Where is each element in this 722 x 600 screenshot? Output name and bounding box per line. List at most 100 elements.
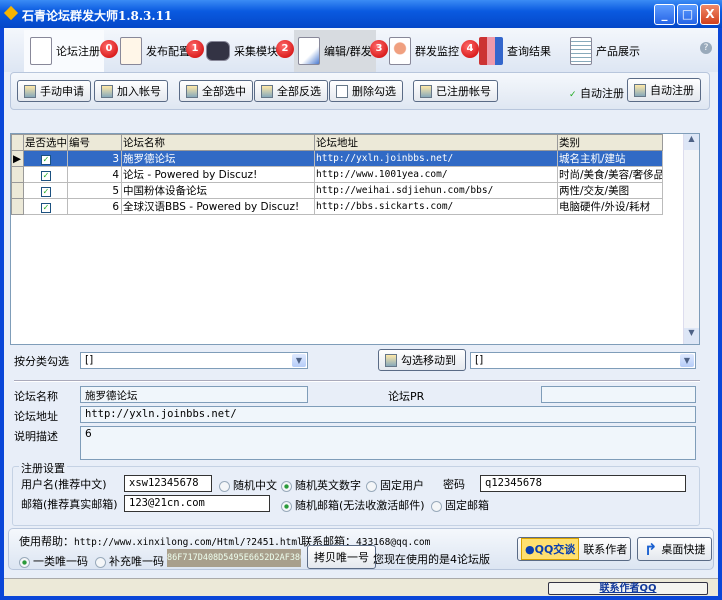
auto-register-checkbox[interactable]: ✓ 自动注册 xyxy=(569,85,624,101)
column-header[interactable]: 类别 xyxy=(557,134,663,151)
column-header[interactable]: 论坛名称 xyxy=(121,134,315,151)
description-field[interactable]: 6 xyxy=(80,426,696,460)
table-row[interactable]: ✓ 5 中国粉体设备论坛 http://weihai.sdjiehun.com/… xyxy=(11,182,663,199)
invert-select-button[interactable]: 全部反选 xyxy=(254,80,328,102)
step-badge: 1 xyxy=(186,40,204,58)
row-checkbox[interactable]: ✓ xyxy=(23,150,68,167)
cell-id: 4 xyxy=(67,166,122,183)
random-email-radio[interactable]: 随机邮箱(无法收激活邮件) xyxy=(281,497,425,513)
radio-icon xyxy=(281,480,292,492)
category-filter-select[interactable]: [] ▼ xyxy=(80,352,308,369)
code-type1-radio[interactable]: 一类唯一码 xyxy=(19,553,88,569)
row-checkbox[interactable]: ✓ xyxy=(23,198,68,215)
copy-code-button[interactable]: 拷贝唯一号 xyxy=(307,545,376,569)
desktop-shortcut-button[interactable]: ↱ 桌面快捷 xyxy=(637,537,713,561)
edit-document-icon xyxy=(298,37,320,65)
help-info: 使用帮助：http://www.xinxilong.com/Html/?2451… xyxy=(19,533,303,549)
tab-forum-register[interactable]: 论坛注册 xyxy=(24,30,104,72)
manual-apply-button[interactable]: 手动申请 xyxy=(17,80,91,102)
unique-code-field[interactable]: 86F717D408D5495E6652D2AF386 xyxy=(167,549,301,567)
tab-product-showcase[interactable]: 产品展示 xyxy=(570,30,650,72)
code-type2-radio[interactable]: 补充唯一码 xyxy=(95,553,164,569)
username-field[interactable]: xsw12345678 xyxy=(124,475,212,492)
row-header-corner xyxy=(11,134,24,151)
tab-collect-module[interactable]: 采集模块 xyxy=(206,30,286,72)
label: 已注册帐号 xyxy=(436,85,491,98)
label: QQ交谈 xyxy=(534,543,576,556)
random-chinese-radio[interactable]: 随机中文 xyxy=(219,477,277,493)
contact-qq-link[interactable]: 联系作者QQ xyxy=(548,582,708,595)
check-icon: ✓ xyxy=(569,90,577,100)
table-row[interactable]: ✓ 4 论坛 - Powered by Discuz! http://www.1… xyxy=(11,166,663,183)
tab-publish-monitor[interactable]: 群发监控 xyxy=(389,30,469,72)
table-row[interactable]: ✓ 6 全球汉语BBS - Powered by Discuz! http://… xyxy=(11,198,663,215)
minimize-button[interactable]: _ xyxy=(654,4,675,25)
password-field[interactable]: q12345678 xyxy=(480,475,686,492)
help-link[interactable]: http://www.xinxilong.com/Html/?2451.html xyxy=(74,537,303,548)
cell-category: 时尚/美食/美容/奢侈品 xyxy=(557,166,663,183)
row-checkbox[interactable]: ✓ xyxy=(23,182,68,199)
row-checkbox[interactable]: ✓ xyxy=(23,166,68,183)
auto-register-button[interactable]: 自动注册 xyxy=(627,78,701,102)
tab-label: 采集模块 xyxy=(234,45,278,58)
cell-url: http://bbs.sickarts.com/ xyxy=(314,198,558,215)
group-title: 注册设置 xyxy=(19,460,67,476)
label: 拷贝唯一号 xyxy=(314,551,369,564)
label: 一类唯一码 xyxy=(33,555,88,568)
cell-category: 两性/交友/美图 xyxy=(557,182,663,199)
radio-icon xyxy=(281,500,292,512)
random-alnum-radio[interactable]: 随机英文数字 xyxy=(281,477,361,493)
email-label: 邮箱(推荐真实邮箱) xyxy=(21,498,118,511)
forum-table: 是否选中 编号 论坛名称 论坛地址 类别 ▶ ✓ 3 施罗德论坛 http://… xyxy=(11,134,663,215)
binoculars-icon xyxy=(206,41,230,61)
row-header[interactable] xyxy=(11,198,24,215)
column-header[interactable]: 论坛地址 xyxy=(314,134,558,151)
fixed-email-radio[interactable]: 固定邮箱 xyxy=(431,497,489,513)
label: 随机英文数字 xyxy=(295,479,361,492)
tab-label: 群发监控 xyxy=(415,45,459,58)
fixed-user-radio[interactable]: 固定用户 xyxy=(366,477,424,493)
step-badge: 3 xyxy=(370,40,388,58)
contact-author-button[interactable]: ●QQ交谈 联系作者 xyxy=(517,537,632,561)
forum-name-field[interactable]: 施罗德论坛 xyxy=(80,386,308,403)
move-icon xyxy=(385,353,397,367)
email-field[interactable]: 123@21cn.com xyxy=(124,495,270,512)
forum-pr-field[interactable] xyxy=(541,386,696,403)
title-bar: 石青论坛群发大师1.8.3.11 _ □ X xyxy=(0,0,722,28)
row-header[interactable] xyxy=(11,182,24,199)
label: 自动注册 xyxy=(580,87,625,100)
row-header[interactable]: ▶ xyxy=(11,150,24,167)
vertical-scrollbar[interactable]: ▲ ▼ xyxy=(683,134,699,344)
checkbox-icon: ✓ xyxy=(41,154,51,165)
maximize-button[interactable]: □ xyxy=(677,4,698,25)
label: 加入帐号 xyxy=(117,85,161,98)
invert-icon xyxy=(261,84,273,98)
tab-query-results[interactable]: 查询结果 xyxy=(479,30,565,72)
cell-id: 3 xyxy=(67,150,122,167)
help-icon[interactable]: ? xyxy=(700,42,712,54)
scroll-down-arrow[interactable]: ▼ xyxy=(684,328,699,344)
select-all-button[interactable]: 全部选中 xyxy=(179,80,253,102)
close-button[interactable]: X xyxy=(700,4,720,25)
move-checked-button[interactable]: 勾选移动到 xyxy=(378,349,466,371)
scroll-up-arrow[interactable]: ▲ xyxy=(684,134,699,150)
status-bar: 联系作者QQ xyxy=(4,578,718,596)
registered-accounts-button[interactable]: 已注册帐号 xyxy=(413,80,498,102)
shortcut-arrow-icon: ↱ xyxy=(644,539,658,559)
tab-bar: 论坛注册 0 发布配置 1 采集模块 2 编辑/群发 3 群发监控 4 查询结果… xyxy=(4,28,718,72)
window-title: 石青论坛群发大师1.8.3.11 xyxy=(22,9,173,23)
move-target-select[interactable]: [] ▼ xyxy=(470,352,696,369)
column-header[interactable]: 编号 xyxy=(67,134,122,151)
tab-edit-publish[interactable]: 编辑/群发 xyxy=(294,30,376,72)
column-header[interactable]: 是否选中 xyxy=(23,134,68,151)
step-badge: 0 xyxy=(100,40,118,58)
document-icon xyxy=(30,37,52,65)
add-account-button[interactable]: 加入帐号 xyxy=(94,80,168,102)
person-icon xyxy=(389,37,411,65)
cell-url: http://yxln.joinbbs.net/ xyxy=(314,150,558,167)
table-row[interactable]: ▶ ✓ 3 施罗德论坛 http://yxln.joinbbs.net/ 城名主… xyxy=(11,150,663,167)
delete-checked-button[interactable]: 删除勾选 xyxy=(329,80,403,102)
checkbox-icon: ✓ xyxy=(41,202,51,213)
forum-url-field[interactable]: http://yxln.joinbbs.net/ xyxy=(80,406,696,423)
row-header[interactable] xyxy=(11,166,24,183)
